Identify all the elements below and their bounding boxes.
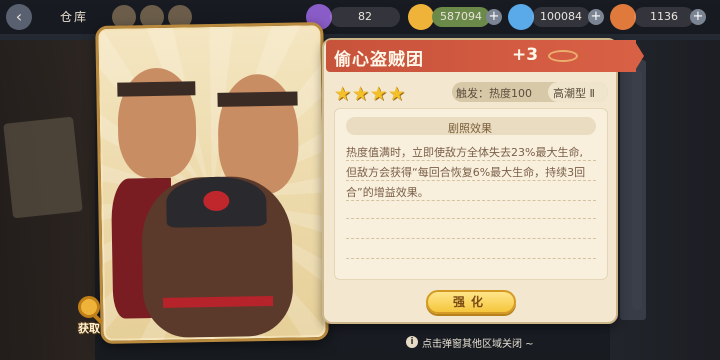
fetch-label[interactable]: 获取 xyxy=(78,320,100,336)
star-icon: ★ xyxy=(352,83,370,105)
star-icon: ★ xyxy=(370,83,388,105)
enhance-button[interactable]: 强化 xyxy=(426,290,516,314)
card-title: 偷心盗贼团 xyxy=(334,50,424,70)
type-label: 高潮型 Ⅱ xyxy=(553,87,595,100)
ribbon-ornament-icon xyxy=(548,50,578,62)
close-hint: 点击弹窗其他区域关闭 ~ xyxy=(422,339,534,350)
divider xyxy=(346,238,596,239)
star-icon: ★ xyxy=(334,83,352,105)
gem-icon xyxy=(508,4,534,30)
character-card-art xyxy=(95,22,329,344)
card-level: +3 xyxy=(512,45,539,65)
divider xyxy=(346,180,596,181)
bandit-figure-left xyxy=(116,67,197,179)
add-coin-button[interactable]: + xyxy=(486,9,502,25)
divider xyxy=(346,258,596,259)
page-title: 仓库 xyxy=(60,10,89,24)
effect-description-line: 合”的增益效果。 xyxy=(346,186,429,199)
ticket-value: 1136 xyxy=(634,7,694,27)
stamina-value: 82 xyxy=(330,7,400,27)
effect-description-line: 热度值满时，立即使敌方全体失去23%最大生命, xyxy=(346,146,583,159)
coin-value: 587094 xyxy=(432,7,490,27)
ticket-icon xyxy=(610,4,636,30)
star-rating: ★★★★ xyxy=(334,83,406,105)
star-icon: ★ xyxy=(388,83,406,105)
effect-description-line: 但敌方会获得“每回合恢复6%最大生命，持续3回 xyxy=(346,166,586,179)
add-gem-button[interactable]: + xyxy=(588,9,604,25)
trigger-label: 触发：热度100 xyxy=(456,87,532,100)
coin-icon xyxy=(408,4,434,30)
divider xyxy=(346,200,596,201)
bandit-leader-figure xyxy=(140,175,294,339)
effect-title: 剧照效果 xyxy=(448,122,492,135)
divider xyxy=(346,160,596,161)
info-icon: i xyxy=(406,336,418,348)
add-ticket-button[interactable]: + xyxy=(690,9,706,25)
back-icon[interactable]: ‹ xyxy=(6,4,32,30)
side-scrollbar[interactable] xyxy=(620,60,646,320)
gem-value: 100084 xyxy=(532,7,590,27)
divider xyxy=(346,218,596,219)
